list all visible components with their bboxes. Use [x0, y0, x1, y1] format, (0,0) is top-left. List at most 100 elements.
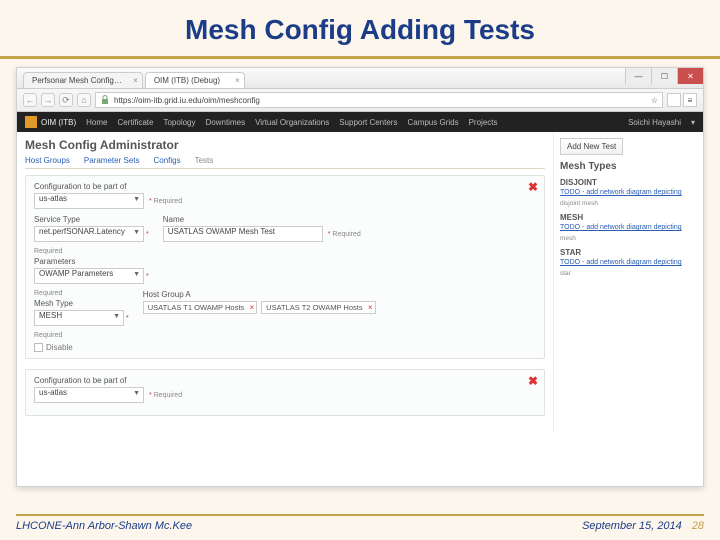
nav-user[interactable]: Soichi Hayashi — [628, 118, 681, 127]
select-service-type[interactable]: net.perfSONAR.Latency — [34, 226, 144, 242]
label-host-group-a: Host Group A — [143, 290, 376, 299]
sidebar: Add New Test Mesh Types DISJOINT TODO - … — [553, 132, 703, 432]
mesh-type-disjoint-sub: disjoint mesh — [560, 200, 697, 207]
mesh-type-disjoint-title: DISJOINT — [560, 178, 697, 187]
select-value: OWAMP Parameters — [39, 269, 113, 278]
select-configuration[interactable]: us-atlas — [34, 387, 144, 403]
tab-parameter-sets[interactable]: Parameter Sets — [84, 156, 140, 168]
test-panel-2: ✖ Configuration to be part of us-atlas *… — [25, 369, 545, 416]
chip-host-group[interactable]: USATLAS T2 OWAMP Hosts × — [261, 301, 375, 314]
select-parameters[interactable]: OWAMP Parameters — [34, 268, 144, 284]
chip-label: USATLAS T1 OWAMP Hosts — [148, 303, 244, 312]
label-configuration: Configuration to be part of — [34, 376, 182, 385]
nav-topology[interactable]: Topology — [163, 118, 195, 127]
chip-remove-icon[interactable]: × — [249, 303, 254, 312]
close-tab-icon[interactable]: × — [235, 76, 240, 85]
chip-remove-icon[interactable]: × — [368, 303, 373, 312]
required-asterisk: * — [146, 231, 149, 238]
nav-projects[interactable]: Projects — [469, 118, 498, 127]
browser-window: Perfsonar Mesh Config… × OIM (ITB) (Debu… — [16, 67, 704, 487]
brand[interactable]: OIM (ITB) — [25, 116, 76, 128]
home-icon[interactable]: ⌂ — [77, 93, 91, 107]
nav-home[interactable]: Home — [86, 118, 107, 127]
disable-label: Disable — [46, 343, 73, 352]
input-value: USATLAS OWAMP Mesh Test — [168, 227, 275, 236]
address-row: ← → ⟳ ⌂ https://oim-itb.grid.iu.edu/oim/… — [17, 89, 703, 112]
label-parameters: Parameters — [34, 257, 149, 266]
chrome-tab-label: Perfsonar Mesh Config… — [32, 76, 122, 85]
label-required-line2: Required — [34, 290, 129, 297]
add-new-test-button[interactable]: Add New Test — [560, 138, 623, 155]
nav-support-centers[interactable]: Support Centers — [339, 118, 397, 127]
label-required-line3: Required — [34, 332, 536, 339]
chip-label: USATLAS T2 OWAMP Hosts — [266, 303, 362, 312]
main-column: Mesh Config Administrator Host Groups Pa… — [17, 132, 553, 432]
tab-host-groups[interactable]: Host Groups — [25, 156, 70, 168]
mesh-type-star-link[interactable]: TODO - add network diagram depicting — [560, 259, 697, 266]
slide-title: Mesh Config Adding Tests — [0, 0, 720, 59]
chrome-tab-0[interactable]: Perfsonar Mesh Config… × — [23, 72, 143, 88]
field-name: Name USATLAS OWAMP Mesh Test * Required — [163, 215, 361, 242]
label-mesh-type: Mesh Type — [34, 299, 129, 308]
mesh-type-mesh-title: MESH — [560, 213, 697, 222]
required-asterisk: * — [126, 315, 129, 322]
mesh-type-mesh-sub: mesh — [560, 235, 697, 242]
field-service-type: Service Type net.perfSONAR.Latency * — [34, 215, 149, 242]
mesh-type-star-title: STAR — [560, 248, 697, 257]
chrome-tab-label: OIM (ITB) (Debug) — [154, 76, 220, 85]
close-tab-icon[interactable]: × — [133, 76, 138, 85]
page-title: Mesh Config Administrator — [25, 138, 545, 152]
footer-date: September 15, 2014 — [582, 520, 682, 532]
footer-page-number: 28 — [692, 520, 704, 532]
mesh-type-star-sub: star — [560, 270, 697, 277]
chip-host-group[interactable]: USATLAS T1 OWAMP Hosts × — [143, 301, 257, 314]
test-panel-1: ✖ Configuration to be part of us-atlas *… — [25, 175, 545, 359]
host-group-a-chips: USATLAS T1 OWAMP Hosts × USATLAS T2 OWAM… — [143, 301, 376, 314]
label-configuration: Configuration to be part of — [34, 182, 182, 191]
label-required-line: Required — [34, 248, 149, 255]
nav-virtual-orgs[interactable]: Virtual Organizations — [255, 118, 329, 127]
input-name[interactable]: USATLAS OWAMP Mesh Test — [163, 226, 323, 242]
user-caret-icon[interactable]: ▾ — [691, 118, 695, 127]
back-icon[interactable]: ← — [23, 93, 37, 107]
chrome-tab-1[interactable]: OIM (ITB) (Debug) × — [145, 72, 245, 88]
mesh-type-disjoint-link[interactable]: TODO - add network diagram depicting — [560, 189, 697, 196]
url-text: https://oim-itb.grid.iu.edu/oim/meshconf… — [114, 96, 260, 105]
disable-row[interactable]: Disable — [34, 343, 536, 352]
reload-icon[interactable]: ⟳ — [59, 93, 73, 107]
window-maximize-icon[interactable]: ☐ — [651, 68, 677, 84]
bookmark-star-icon[interactable]: ☆ — [651, 96, 658, 105]
select-mesh-type[interactable]: MESH — [34, 310, 124, 326]
nav-campus-grids[interactable]: Campus Grids — [407, 118, 458, 127]
label-name: Name — [163, 215, 361, 224]
remove-test-icon[interactable]: ✖ — [528, 180, 538, 194]
required-asterisk: * — [146, 273, 149, 280]
select-value: us-atlas — [39, 388, 67, 397]
tab-tests[interactable]: Tests — [195, 156, 214, 168]
twitter-icon[interactable]: t — [667, 93, 681, 107]
remove-test-icon[interactable]: ✖ — [528, 374, 538, 388]
select-value: MESH — [39, 311, 62, 320]
lock-icon — [100, 95, 110, 105]
forward-icon[interactable]: → — [41, 93, 55, 107]
hint-required: * Required — [147, 198, 182, 205]
tab-configs[interactable]: Configs — [153, 156, 180, 168]
footer-left: LHCONE-Ann Arbor-Shawn Mc.Kee — [16, 520, 192, 532]
footer-rule — [16, 514, 704, 516]
menu-icon[interactable]: ≡ — [683, 93, 697, 107]
brand-text: OIM (ITB) — [41, 118, 76, 127]
nav-certificate[interactable]: Certificate — [117, 118, 153, 127]
mesh-type-mesh-link[interactable]: TODO - add network diagram depicting — [560, 224, 697, 231]
address-bar[interactable]: https://oim-itb.grid.iu.edu/oim/meshconf… — [95, 92, 663, 108]
disable-checkbox[interactable] — [34, 343, 43, 352]
nav-downtimes[interactable]: Downtimes — [206, 118, 246, 127]
chrome-tabs: Perfsonar Mesh Config… × OIM (ITB) (Debu… — [17, 68, 625, 88]
field-mesh-type: Required Mesh Type MESH * — [34, 290, 129, 326]
window-close-icon[interactable]: ✕ — [677, 68, 703, 84]
label-service-type: Service Type — [34, 215, 149, 224]
select-value: us-atlas — [39, 194, 67, 203]
select-configuration[interactable]: us-atlas — [34, 193, 144, 209]
hint-required: * Required — [147, 392, 182, 399]
window-minimize-icon[interactable]: — — [625, 68, 651, 84]
sidebar-heading: Mesh Types — [560, 161, 697, 172]
